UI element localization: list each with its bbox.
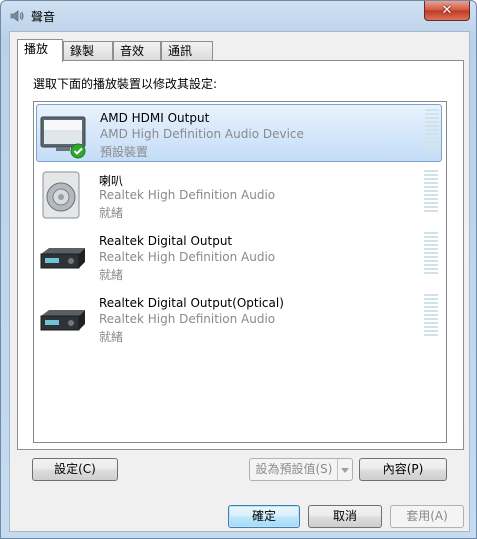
- device-item-amd-hdmi[interactable]: AMD HDMI Output AMD High Definition Audi…: [36, 104, 442, 162]
- sound-dialog: 聲音 ✕ 播放 錄製 音效 通訊 選取下面的播放裝置以修改其設定: AMD HD…: [0, 0, 477, 539]
- volume-meter: [424, 232, 438, 276]
- device-description: Realtek High Definition Audio: [99, 188, 276, 202]
- properties-button[interactable]: 內容(P): [359, 458, 447, 481]
- device-name: Realtek Digital Output(Optical): [99, 296, 284, 310]
- device-name: 喇叭: [99, 174, 124, 188]
- speaker-icon: [42, 171, 80, 219]
- monitor-icon: [40, 116, 86, 159]
- device-description: Realtek High Definition Audio: [99, 250, 276, 264]
- sound-icon: [10, 10, 24, 22]
- device-item-speakers[interactable]: 喇叭 Realtek High Definition Audio 就緒: [36, 166, 442, 224]
- client-area: 播放 錄製 音效 通訊 選取下面的播放裝置以修改其設定: AMD HDMI Ou…: [9, 31, 470, 532]
- tab-label: 播放: [24, 42, 49, 56]
- digital-output-icon: [40, 248, 85, 269]
- set-default-label: 設為預設值(S): [255, 462, 333, 476]
- title-bar[interactable]: 聲音 ✕: [1, 1, 476, 31]
- device-description: AMD High Definition Audio Device: [100, 127, 304, 141]
- device-status: 就緒: [99, 330, 124, 344]
- apply-button[interactable]: 套用(A): [390, 505, 464, 528]
- tab-label: 錄製: [70, 44, 95, 58]
- tab-recording[interactable]: 錄製: [63, 41, 113, 60]
- tab-communications[interactable]: 通訊: [161, 41, 213, 60]
- ok-button[interactable]: 確定: [228, 505, 300, 528]
- device-name: AMD HDMI Output: [100, 111, 210, 125]
- device-status: 就緒: [99, 268, 124, 282]
- tab-label: 通訊: [168, 44, 193, 58]
- device-list[interactable]: AMD HDMI Output AMD High Definition Audi…: [33, 101, 447, 443]
- instruction-text: 選取下面的播放裝置以修改其設定:: [33, 77, 218, 91]
- chevron-down-icon[interactable]: [337, 459, 352, 480]
- close-icon: ✕: [441, 3, 453, 18]
- volume-meter: [425, 109, 439, 153]
- device-description: Realtek High Definition Audio: [99, 312, 276, 326]
- tab-label: 音效: [120, 44, 145, 58]
- configure-button[interactable]: 設定(C): [32, 458, 118, 481]
- device-status: 就緒: [99, 206, 124, 220]
- device-item-optical-output[interactable]: Realtek Digital Output(Optical) Realtek …: [36, 290, 442, 348]
- tab-playback[interactable]: 播放: [17, 39, 63, 62]
- window-title: 聲音: [31, 10, 56, 24]
- set-default-button[interactable]: 設為預設值(S): [249, 458, 353, 481]
- close-button[interactable]: ✕: [424, 1, 470, 21]
- tab-sounds[interactable]: 音效: [113, 41, 161, 60]
- playback-panel: 選取下面的播放裝置以修改其設定: AMD HDMI Output AMD Hig…: [17, 60, 464, 450]
- volume-meter: [424, 170, 438, 214]
- device-item-digital-output[interactable]: Realtek Digital Output Realtek High Defi…: [36, 228, 442, 286]
- volume-meter: [424, 294, 438, 338]
- optical-output-icon: [40, 310, 85, 331]
- device-name: Realtek Digital Output: [99, 234, 233, 248]
- cancel-button[interactable]: 取消: [308, 505, 382, 528]
- device-status: 預設裝置: [100, 145, 149, 159]
